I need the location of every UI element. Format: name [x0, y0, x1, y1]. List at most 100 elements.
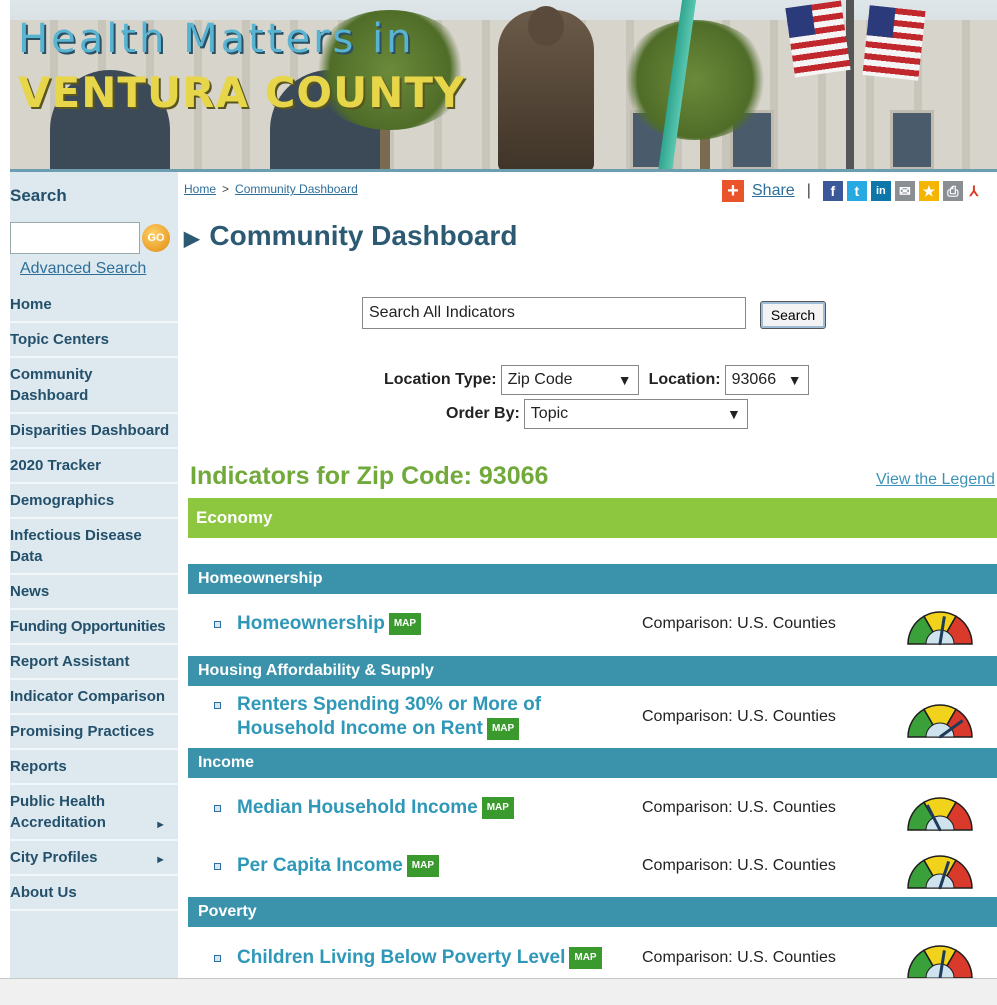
location-type-label: Location Type:	[384, 371, 497, 388]
us-flag	[862, 5, 926, 81]
indicator-link[interactable]: Renters Spending 30% or More of Househol…	[237, 693, 597, 741]
sidebar-item-indicator-comparison[interactable]: Indicator Comparison	[10, 680, 178, 715]
sidebar-item-label: Public Health Accreditation	[10, 793, 106, 831]
sidebar-item-home[interactable]: Home	[10, 288, 178, 323]
gauge-icon[interactable]	[906, 850, 974, 890]
sidebar-item-promising-practices[interactable]: Promising Practices	[10, 715, 178, 750]
location-label: Location:	[648, 371, 721, 388]
section-header-economy: Economy	[188, 498, 997, 538]
subsection-income: Income	[188, 748, 997, 778]
indicator-name[interactable]: Median Household Income	[237, 797, 478, 818]
sidebar-item-label: Home	[10, 296, 52, 313]
share-plus-icon[interactable]: +	[722, 180, 744, 202]
bullet-icon	[214, 955, 221, 962]
chevron-down-icon: ▼	[726, 406, 741, 422]
email-icon[interactable]: ✉	[894, 181, 915, 201]
map-button[interactable]: MAP	[569, 946, 602, 969]
indicator-link[interactable]: Homeownership MAP	[237, 612, 422, 636]
comparison-text: Comparison: U.S. Counties	[642, 708, 836, 725]
statue-head	[528, 6, 564, 46]
flag-pole	[846, 0, 854, 172]
location-filter-row: Location Type: Zip Code ▼ Location: 93066…	[384, 365, 809, 395]
sidebar-item-news[interactable]: News	[10, 575, 178, 610]
favorite-star-icon[interactable]: ★	[918, 181, 939, 201]
indicator-name[interactable]: Per Capita Income	[237, 855, 403, 876]
sidebar-item-label: Indicator Comparison	[10, 688, 166, 705]
sidebar-item-2020-tracker[interactable]: 2020 Tracker	[10, 449, 178, 484]
sidebar-item-city-profiles[interactable]: City Profiles ►	[10, 841, 178, 876]
submenu-arrow-icon: ►	[155, 854, 166, 866]
sidebar-item-label: Disparities Dashboard	[10, 422, 170, 439]
map-button[interactable]: MAP	[481, 796, 514, 819]
facebook-icon[interactable]: f	[822, 181, 843, 201]
location-value: 93066	[731, 371, 777, 388]
indicator-link[interactable]: Median Household Income MAP	[237, 796, 514, 820]
order-by-select[interactable]: Topic ▼	[523, 399, 748, 429]
sidebar-item-label: Demographics	[10, 492, 115, 509]
sidebar-search-input[interactable]	[10, 222, 140, 254]
pdf-icon[interactable]: ⅄	[966, 181, 981, 201]
window-decoration	[890, 110, 934, 170]
search-button[interactable]: Search	[760, 301, 826, 329]
indicator-link[interactable]: Children Living Below Poverty Level MAP	[237, 946, 602, 970]
order-by-label: Order By:	[446, 405, 520, 422]
comparison-text: Comparison: U.S. Counties	[642, 857, 836, 874]
gauge-icon[interactable]	[906, 699, 974, 739]
location-select[interactable]: 93066 ▼	[724, 365, 809, 395]
comparison-text: Comparison: U.S. Counties	[642, 799, 836, 816]
us-flag	[785, 0, 851, 78]
order-by-row: Order By: Topic ▼	[446, 399, 748, 429]
print-icon[interactable]: ⎙	[942, 181, 963, 201]
advanced-search-link[interactable]: Advanced Search	[20, 260, 146, 278]
breadcrumb-separator: >	[222, 182, 230, 196]
sidebar-item-label: Topic Centers	[10, 331, 109, 348]
sidebar-item-disparities-dashboard[interactable]: Disparities Dashboard	[10, 414, 178, 449]
search-indicators-input[interactable]	[362, 297, 746, 329]
comparison-text: Comparison: U.S. Counties	[642, 949, 836, 966]
sidebar-item-funding-opportunities[interactable]: Funding Opportunities	[10, 610, 178, 645]
sidebar-item-public-health-accreditation[interactable]: Public Health Accreditation ►	[10, 785, 178, 841]
sidebar-item-label: Reports	[10, 758, 67, 775]
map-button[interactable]: MAP	[388, 612, 422, 635]
view-legend-link[interactable]: View the Legend	[876, 471, 995, 489]
indicator-link[interactable]: Per Capita Income MAP	[237, 854, 440, 878]
sidebar-item-label: Infectious Disease Data	[10, 527, 142, 565]
indicators-heading: Indicators for Zip Code: 93066	[190, 462, 549, 490]
twitter-icon[interactable]: t	[846, 181, 867, 201]
breadcrumb-home-link[interactable]: Home	[184, 182, 216, 196]
gauge-icon[interactable]	[906, 940, 974, 980]
share-toolbar: + Share | f t in ✉ ★ ⎙ ⅄	[722, 180, 981, 202]
header-banner: Health Matters in VENTURA COUNTY	[10, 0, 997, 172]
sidebar-search-label: Search	[10, 186, 67, 205]
sidebar-item-demographics[interactable]: Demographics	[10, 484, 178, 519]
map-button[interactable]: MAP	[406, 854, 440, 877]
sidebar-item-infectious-disease-data[interactable]: Infectious Disease Data	[10, 519, 178, 575]
sidebar-item-about-us[interactable]: About Us	[10, 876, 178, 911]
sidebar-item-report-assistant[interactable]: Report Assistant	[10, 645, 178, 680]
linkedin-icon[interactable]: in	[870, 181, 891, 201]
sidebar-item-label: Community Dashboard	[10, 366, 93, 404]
share-divider: |	[806, 182, 811, 199]
indicator-name[interactable]: Children Living Below Poverty Level	[237, 947, 565, 968]
share-link[interactable]: Share	[752, 182, 795, 200]
order-by-value: Topic	[530, 405, 569, 422]
location-type-select[interactable]: Zip Code ▼	[500, 365, 639, 395]
bullet-icon	[214, 863, 221, 870]
chevron-down-icon: ▼	[617, 372, 632, 388]
site-title-line1: Health Matters in	[18, 16, 415, 62]
breadcrumb-current-link[interactable]: Community Dashboard	[235, 182, 358, 196]
comparison-text: Comparison: U.S. Counties	[642, 615, 836, 632]
palm-tree	[620, 20, 770, 140]
sidebar-item-community-dashboard[interactable]: Community Dashboard	[10, 358, 178, 414]
go-button[interactable]: GO	[142, 224, 170, 252]
sidebar-item-topic-centers[interactable]: Topic Centers	[10, 323, 178, 358]
sidebar-item-label: News	[10, 583, 50, 600]
map-button[interactable]: MAP	[486, 717, 520, 740]
breadcrumb: Home > Community Dashboard	[184, 182, 358, 196]
sidebar-item-label: City Profiles	[10, 849, 98, 866]
gauge-icon[interactable]	[906, 606, 974, 646]
sidebar-item-reports[interactable]: Reports	[10, 750, 178, 785]
gauge-icon[interactable]	[906, 792, 974, 832]
indicator-name[interactable]: Homeownership	[237, 613, 385, 634]
sidebar-item-label: 2020 Tracker	[10, 457, 101, 474]
